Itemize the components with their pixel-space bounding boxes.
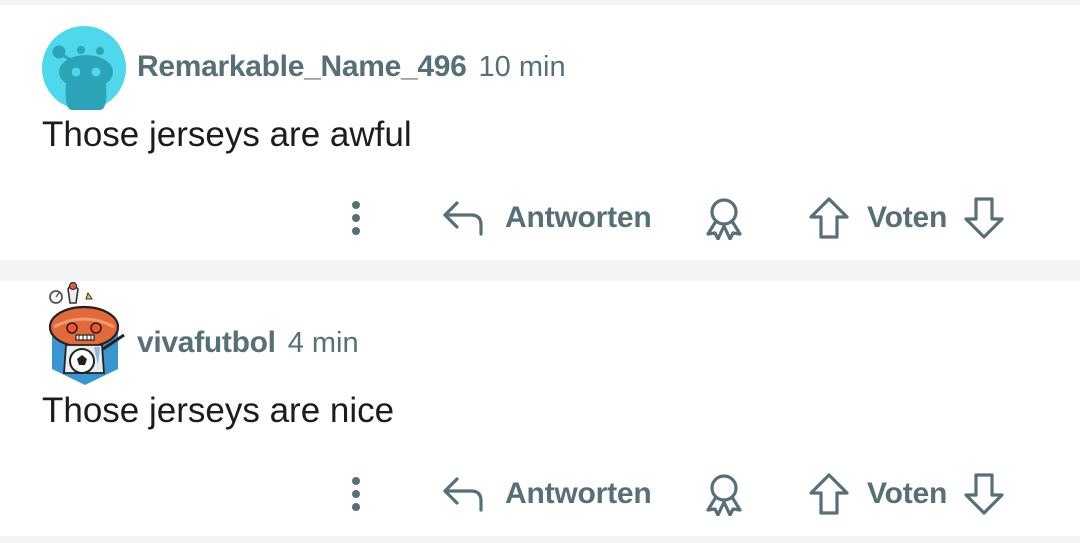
reply-label: Antworten bbox=[505, 477, 652, 510]
upvote-arrow-icon[interactable] bbox=[808, 472, 850, 516]
user-avatar[interactable] bbox=[42, 281, 128, 385]
reply-label: Antworten bbox=[505, 201, 652, 234]
comment-text: Those jerseys are nice bbox=[42, 391, 395, 430]
comment-meta: Remarkable_Name_496 10 min bbox=[137, 50, 566, 90]
reply-arrow-icon bbox=[443, 477, 483, 512]
downvote-arrow-icon[interactable] bbox=[963, 472, 1005, 516]
comment-action-bar: Antworten Voten bbox=[0, 188, 1080, 248]
reply-button[interactable]: Antworten bbox=[441, 188, 652, 248]
vote-control: Voten bbox=[808, 188, 1005, 248]
reply-arrow-icon bbox=[443, 201, 483, 236]
comment-time: 10 min bbox=[478, 51, 566, 83]
comment-text: Those jerseys are awful bbox=[42, 115, 412, 154]
comment-card: vivafutbol 4 min Those jerseys are nice … bbox=[0, 281, 1080, 536]
award-icon bbox=[706, 474, 742, 516]
snoo-football-avatar-icon bbox=[48, 281, 125, 385]
downvote-arrow-icon[interactable] bbox=[963, 196, 1005, 240]
comment-card: Remarkable_Name_496 10 min Those jerseys… bbox=[0, 5, 1080, 260]
vote-label: Voten bbox=[867, 477, 948, 510]
vote-control: Voten bbox=[808, 464, 1005, 524]
more-options-button[interactable] bbox=[340, 464, 372, 524]
username-link[interactable]: vivafutbol bbox=[137, 326, 276, 360]
comment-meta: vivafutbol 4 min bbox=[137, 326, 359, 366]
more-vertical-icon bbox=[352, 201, 360, 235]
award-icon bbox=[706, 198, 742, 240]
snoo-avatar-icon bbox=[42, 26, 126, 110]
vote-label: Voten bbox=[867, 201, 948, 234]
award-button[interactable] bbox=[703, 188, 745, 248]
comment-action-bar: Antworten Voten bbox=[0, 464, 1080, 524]
award-button[interactable] bbox=[703, 464, 745, 524]
upvote-arrow-icon[interactable] bbox=[808, 196, 850, 240]
more-vertical-icon bbox=[352, 477, 360, 511]
reply-button[interactable]: Antworten bbox=[441, 464, 652, 524]
user-avatar[interactable] bbox=[42, 26, 126, 110]
username-link[interactable]: Remarkable_Name_496 bbox=[137, 50, 467, 84]
comment-time: 4 min bbox=[287, 327, 359, 359]
more-options-button[interactable] bbox=[340, 188, 372, 248]
